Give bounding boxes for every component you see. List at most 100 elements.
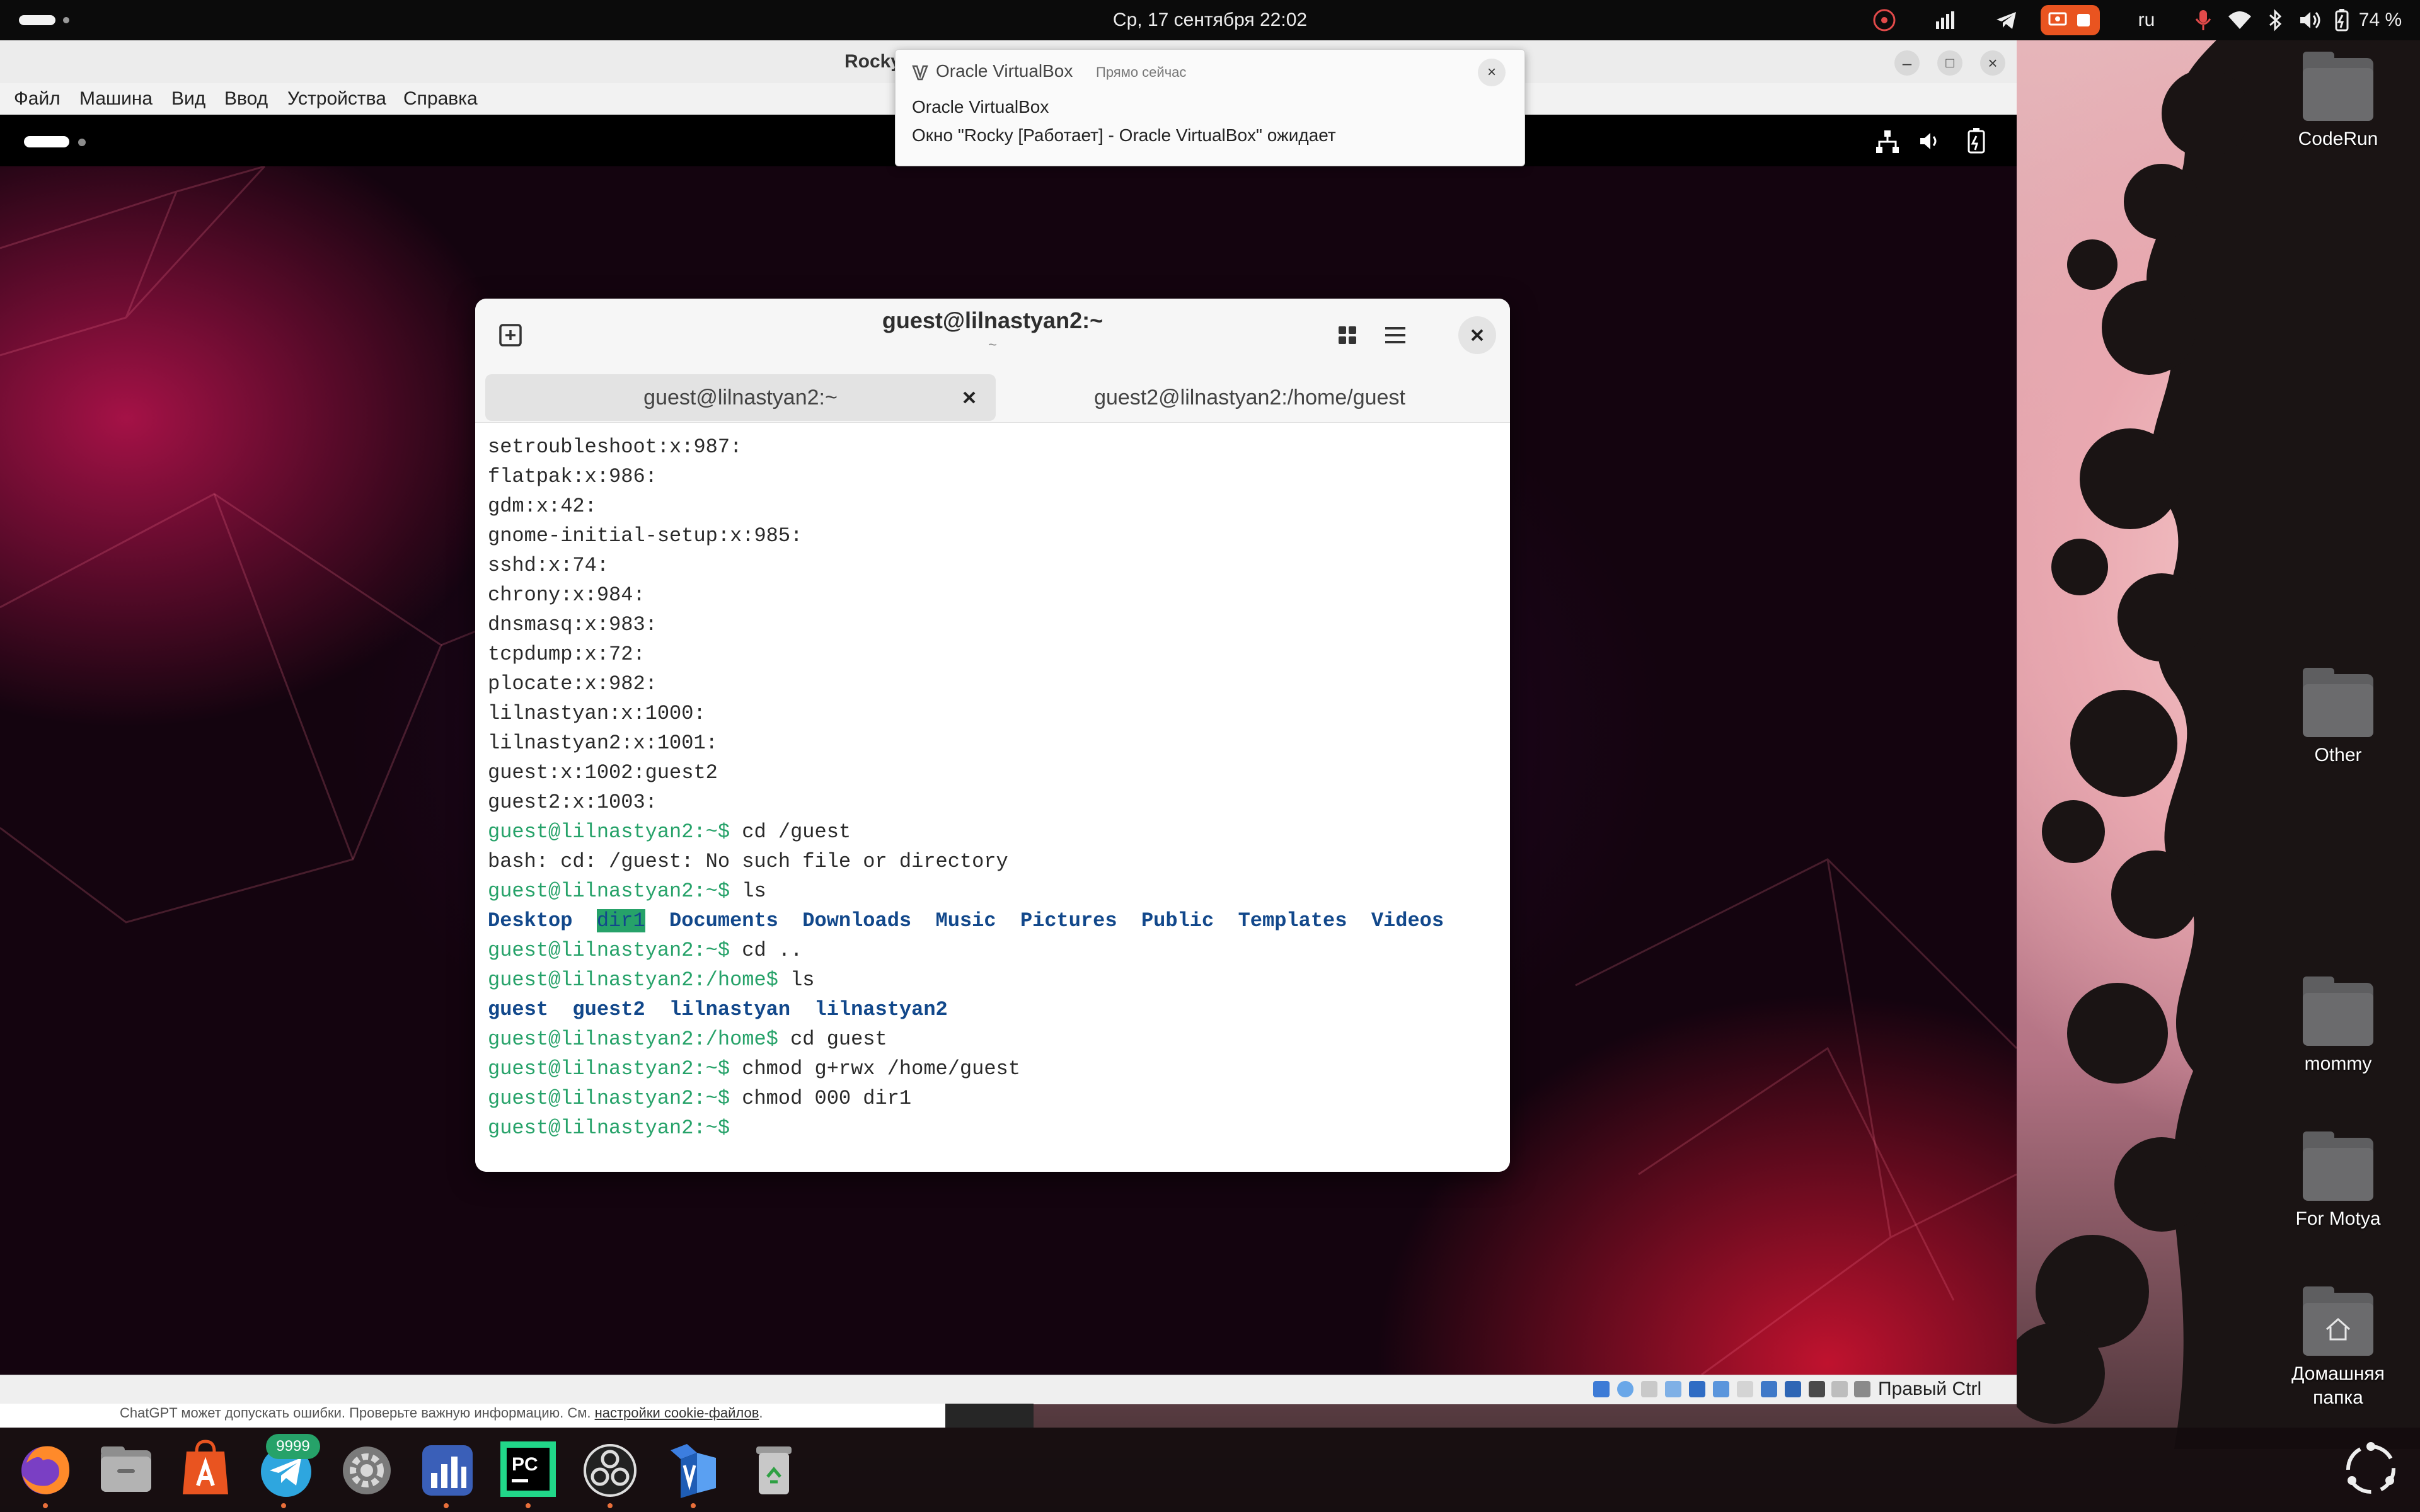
menu-devices[interactable]: Устройства [287, 83, 386, 115]
obs-tray-icon[interactable] [1872, 8, 1897, 33]
terminal-line: bash: cd: /guest: No such file or direct… [488, 850, 1008, 873]
hamburger-menu-icon [1385, 327, 1405, 343]
shared-folders-icon[interactable] [1737, 1381, 1753, 1397]
terminal-output[interactable]: setroubleshoot:x:987: flatpak:x:986: gdm… [475, 425, 1510, 1172]
system-monitor-tray-icon[interactable] [1932, 8, 1957, 33]
audio-icon[interactable] [1665, 1381, 1681, 1397]
volume-icon[interactable] [2298, 8, 2323, 33]
network-icon[interactable] [1689, 1381, 1705, 1397]
recording-icon[interactable] [1785, 1381, 1801, 1397]
terminal-command-line: guest@lilnastyan2:~$ cd .. [488, 936, 802, 965]
settings-icon[interactable] [335, 1438, 398, 1501]
close-icon [1471, 329, 1484, 341]
desktop-home-folder[interactable]: Домашняя папка [2275, 1286, 2401, 1410]
battery-charging-icon[interactable] [2329, 8, 2354, 33]
hard-disk-icon[interactable] [1593, 1381, 1610, 1397]
obs-icon[interactable] [579, 1438, 642, 1501]
terminal-line: gdm:x:42: [488, 495, 597, 518]
keyboard-layout-indicator[interactable]: ru [2135, 0, 2158, 40]
maximize-button[interactable]: □ [1937, 50, 1962, 76]
floppy-icon[interactable] [1641, 1381, 1657, 1397]
main-menu-button[interactable] [1378, 318, 1413, 353]
terminal-close-button[interactable] [1458, 316, 1496, 354]
running-indicator [526, 1503, 531, 1508]
terminal-line: plocate:x:982: [488, 672, 657, 696]
screen-recording-indicator[interactable] [2041, 5, 2100, 35]
menu-view[interactable]: Вид [171, 83, 205, 115]
desktop-folder-label: Домашняя папка [2291, 1363, 2385, 1408]
tab-overview-button[interactable] [1330, 318, 1365, 353]
pycharm-icon[interactable]: PC [497, 1438, 560, 1501]
system-monitor-icon[interactable] [416, 1438, 479, 1501]
usb-icon[interactable] [1713, 1381, 1729, 1397]
prompt-user-host: guest@lilnastyan2 [488, 1028, 694, 1051]
microphone-icon[interactable] [2191, 8, 2216, 33]
cpu-icon[interactable] [1809, 1381, 1825, 1397]
tab-guest[interactable]: guest@lilnastyan2:~ [485, 374, 996, 421]
prompt-path: :/home$ [693, 1028, 791, 1051]
firefox-icon[interactable] [14, 1438, 77, 1501]
home-folder-icon [2303, 1286, 2373, 1356]
notification-time: Прямо сейчас [1096, 64, 1187, 80]
command-text: cd /guest [742, 820, 851, 844]
app-center-icon[interactable] [174, 1438, 237, 1501]
notification-close-button[interactable]: × [1478, 59, 1506, 86]
keyboard-capture-icon[interactable] [1854, 1381, 1870, 1397]
mouse-integration-icon[interactable] [1831, 1381, 1848, 1397]
cookie-settings-link[interactable]: настройки cookie-файлов [595, 1405, 759, 1421]
volume-icon[interactable] [1917, 129, 1942, 154]
terminal-line: sshd:x:74: [488, 554, 609, 577]
chatgpt-disclaimer: ChatGPT может допускать ошибки. Проверьт… [120, 1404, 763, 1423]
ls-entry: lilnastyan2 [814, 998, 948, 1021]
ls-entry: Videos [1371, 909, 1444, 932]
command-text: cd guest [790, 1028, 887, 1051]
prompt-path: :~$ [693, 879, 742, 903]
terminal-line: chrony:x:984: [488, 583, 645, 607]
bluetooth-icon[interactable] [2262, 8, 2288, 33]
command-text: ls [742, 879, 766, 903]
battery-percentage[interactable]: 74 % [2353, 0, 2407, 40]
desktop-folder-mommy[interactable]: mommy [2275, 976, 2401, 1076]
stop-recording-icon[interactable] [2077, 14, 2090, 26]
desktop-folder-coderun[interactable]: CodeRun [2275, 52, 2401, 151]
terminal-window[interactable]: guest@lilnastyan2:~ ~ guest@lilnastyan2:… [475, 299, 1510, 1172]
menu-file[interactable]: Файл [14, 83, 60, 115]
terminal-line: lilnastyan2:x:1001: [488, 731, 718, 755]
files-icon[interactable] [95, 1438, 158, 1501]
prompt-user-host: guest@lilnastyan2 [488, 1057, 694, 1080]
menu-help[interactable]: Справка [403, 83, 478, 115]
prompt-user-host: guest@lilnastyan2 [488, 1087, 694, 1110]
virtualbox-icon[interactable] [662, 1438, 725, 1501]
screencast-icon [2048, 12, 2067, 26]
notification-popup[interactable]: Oracle VirtualBox Прямо сейчас × Oracle … [895, 49, 1525, 166]
optical-drive-icon[interactable] [1617, 1381, 1634, 1397]
guest-activities-indicator[interactable] [24, 136, 69, 147]
running-indicator [281, 1503, 286, 1508]
close-button[interactable]: × [1980, 50, 2005, 76]
folder-icon [2303, 52, 2373, 121]
terminal-line: gnome-initial-setup:x:985: [488, 524, 803, 547]
disclaimer-text: ChatGPT может допускать ошибки. Проверьт… [120, 1405, 595, 1421]
battery-icon[interactable] [1964, 127, 1989, 155]
ls-entry: Music [935, 909, 996, 932]
trash-icon[interactable] [742, 1438, 805, 1501]
prompt-user-host: guest@lilnastyan2 [488, 968, 694, 992]
prompt-path: :~$ [693, 1116, 742, 1140]
menu-input[interactable]: Ввод [224, 83, 268, 115]
display-icon[interactable] [1761, 1381, 1777, 1397]
desktop-folder-other[interactable]: Other [2275, 668, 2401, 767]
menu-machine[interactable]: Машина [79, 83, 153, 115]
minimize-button[interactable]: – [1894, 50, 1920, 76]
ls-entry: Downloads [802, 909, 912, 932]
terminal-input-line[interactable]: guest@lilnastyan2:~$ [488, 1113, 753, 1143]
tab-guest2[interactable]: guest2@lilnastyan2:/home/guest [1000, 374, 1500, 421]
network-wired-icon[interactable] [1874, 129, 1901, 155]
show-apps-icon[interactable] [2339, 1438, 2402, 1501]
telegram-tray-icon[interactable] [1994, 8, 2019, 33]
tab-close-button[interactable] [950, 374, 988, 421]
grid-icon [1339, 326, 1356, 344]
terminal-command-line: guest@lilnastyan2:~$ ls [488, 876, 766, 906]
terminal-command-line: guest@lilnastyan2:~$ chmod 000 dir1 [488, 1084, 911, 1113]
desktop-folder-for-motya[interactable]: For Motya [2275, 1131, 2401, 1231]
wifi-icon[interactable] [2227, 8, 2252, 33]
